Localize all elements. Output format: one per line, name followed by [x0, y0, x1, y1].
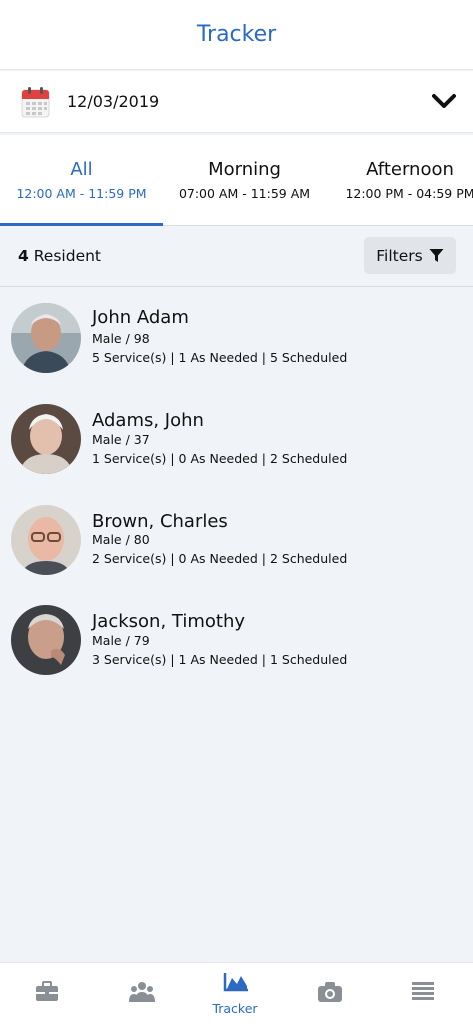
nav-label: Tracker	[212, 1001, 258, 1016]
avatar	[11, 505, 81, 575]
calendar-icon	[21, 87, 50, 118]
tab-time-range: 07:00 AM - 11:59 AM	[178, 186, 311, 201]
bottom-navigation: Tracker	[0, 962, 473, 1024]
menu-icon	[412, 982, 434, 1000]
tab-time-range: 12:00 PM - 04:59 PM	[345, 186, 473, 201]
tab-label: All	[70, 159, 93, 180]
resident-name: Adams, John	[92, 410, 204, 431]
date-picker[interactable]: 12/03/2019	[0, 71, 473, 133]
resident-services-summary: 5 Service(s) | 1 As Needed | 5 Scheduled	[92, 350, 348, 365]
page-title: Tracker	[196, 22, 277, 47]
resident-row[interactable]: Jackson, Timothy Male / 79 3 Service(s) …	[0, 602, 473, 702]
resident-count-number: 4	[18, 247, 29, 265]
tab-morning[interactable]: Morning 07:00 AM - 11:59 AM	[163, 135, 326, 226]
nav-item-residents[interactable]	[94, 963, 188, 1024]
briefcase-icon	[36, 981, 58, 1001]
avatar	[11, 605, 81, 675]
resident-row[interactable]: Brown, Charles Male / 80 2 Service(s) | …	[0, 502, 473, 602]
resident-name: John Adam	[92, 307, 189, 328]
app-header: Tracker	[0, 0, 473, 70]
tab-time-range: 12:00 AM - 11:59 PM	[16, 186, 147, 201]
resident-gender-age: Male / 37	[92, 432, 150, 447]
nav-item-camera[interactable]	[282, 963, 376, 1024]
avatar	[11, 404, 81, 474]
filters-label: Filters	[376, 246, 423, 265]
nav-item-menu[interactable]	[376, 963, 470, 1024]
resident-services-summary: 1 Service(s) | 0 As Needed | 2 Scheduled	[92, 451, 348, 466]
filter-icon	[429, 249, 444, 262]
resident-name: Jackson, Timothy	[92, 611, 246, 632]
tab-all[interactable]: All 12:00 AM - 11:59 PM	[0, 135, 163, 226]
tab-label: Afternoon	[366, 159, 454, 180]
active-tab-indicator	[0, 223, 163, 226]
avatar	[11, 303, 81, 373]
resident-services-summary: 3 Service(s) | 1 As Needed | 1 Scheduled	[92, 652, 348, 667]
filters-button[interactable]: Filters	[364, 237, 456, 274]
nav-item-briefcase[interactable]	[0, 963, 94, 1024]
time-tabs: All 12:00 AM - 11:59 PM Morning 07:00 AM…	[0, 135, 473, 226]
resident-summary-bar: 4 Resident Filters	[0, 227, 473, 287]
tab-afternoon[interactable]: Afternoon 12:00 PM - 04:59 PM	[326, 135, 473, 226]
resident-row[interactable]: Adams, John Male / 37 1 Service(s) | 0 A…	[0, 401, 473, 501]
tab-label: Morning	[208, 159, 281, 180]
resident-services-summary: 2 Service(s) | 0 As Needed | 2 Scheduled	[92, 551, 348, 566]
resident-count-label: Resident	[33, 247, 102, 265]
resident-gender-age: Male / 98	[92, 331, 150, 346]
chart-icon	[223, 973, 248, 992]
resident-gender-age: Male / 79	[92, 633, 150, 648]
resident-name: Brown, Charles	[92, 511, 228, 532]
chevron-down-icon[interactable]	[432, 93, 456, 109]
resident-count: 4 Resident	[18, 247, 101, 265]
camera-icon	[318, 982, 342, 1002]
date-value: 12/03/2019	[67, 92, 160, 111]
resident-gender-age: Male / 80	[92, 532, 150, 547]
group-icon	[129, 982, 155, 1002]
resident-row[interactable]: John Adam Male / 98 5 Service(s) | 1 As …	[0, 300, 473, 400]
nav-item-tracker[interactable]: Tracker	[188, 963, 282, 1024]
